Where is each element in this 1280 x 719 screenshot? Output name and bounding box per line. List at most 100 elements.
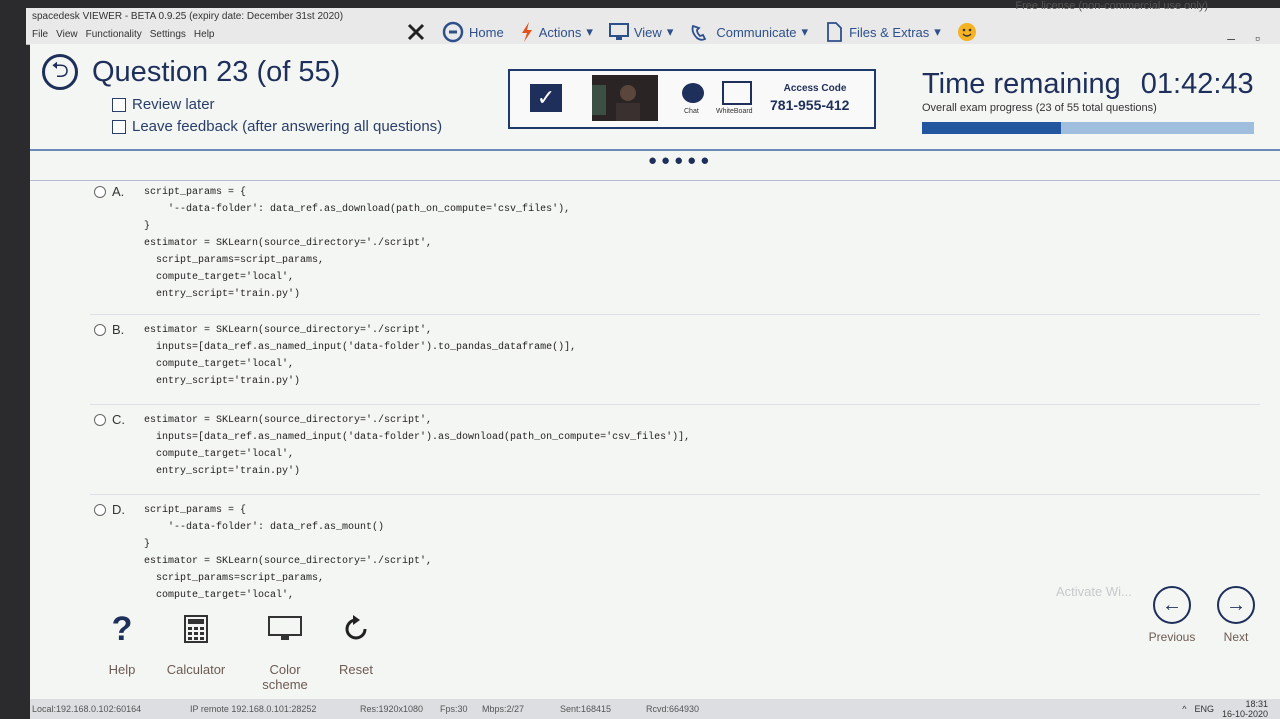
option-letter: B. [112,322,125,337]
menu-help[interactable]: Help [194,29,215,40]
time-remaining-label: Time remaining [922,68,1121,100]
help-button[interactable]: ? Help [92,612,152,677]
language-indicator[interactable]: ENG [1194,704,1214,714]
view-label: View [633,24,662,40]
checkbox-box[interactable] [112,97,126,112]
phone-chat-icon [691,24,707,41]
leave-feedback-checkbox[interactable]: Leave feedback (after answering all ques… [112,118,442,135]
activate-windows-watermark: Activate Wi... [1056,584,1132,599]
help-label: Help [108,662,136,677]
remote-toolbar: Home Actions ▾ View ▾ Communicate ▾ File… [406,18,977,46]
option-divider [90,314,1260,315]
previous-label: Previous [1148,630,1196,644]
app-menu-bar: File View Functionality Settings Help [32,29,214,40]
back-button[interactable]: ⮌ [42,54,78,90]
app-title: spacedesk VIEWER - BETA 0.9.25 (expiry d… [32,11,344,22]
bytes-sent: Sent:168415 [560,704,612,714]
next-button[interactable]: → Next [1206,586,1266,644]
option-letter: C. [112,412,125,427]
option-code: estimator = SKLearn(source_directory='./… [144,415,691,477]
reset-button[interactable]: Reset [326,612,386,677]
view-button[interactable]: View ▾ [608,23,674,41]
question-title: Question 23 (of 55) [92,55,341,88]
exam-screen: ⮌ Question 23 (of 55) Review later Leave… [30,44,1280,699]
proctor-panel: ✓ Chat WhiteBoard Access Code 781-955-41… [508,69,876,129]
option-letter: D. [112,502,125,517]
answer-option-b[interactable]: B. estimator = SKLearn(source_directory=… [94,322,576,390]
home-icon [442,21,464,43]
actions-button[interactable]: Actions ▾ [520,22,593,42]
close-icon [407,23,425,41]
menu-functionality[interactable]: Functionality [86,29,142,40]
radio-button[interactable] [94,414,106,426]
menu-file[interactable]: File [32,29,48,40]
chevron-down-icon: ▾ [666,24,674,39]
calculator-label: Calculator [166,662,226,677]
next-label: Next [1223,630,1249,644]
reset-label: Reset [339,662,373,677]
files-extras-button[interactable]: Files & Extras ▾ [824,22,941,42]
reset-icon [345,615,367,640]
review-later-checkbox[interactable]: Review later [112,96,215,113]
option-code: script_params = { '--data-folder': data_… [144,187,571,300]
question-header: ⮌ Question 23 (of 55) [42,54,340,90]
license-text: Free license (non-commercial use only) [1015,0,1208,12]
access-code-label: Access Code [783,83,847,94]
color-scheme-button[interactable]: Color scheme [250,612,320,692]
answer-option-c[interactable]: C. estimator = SKLearn(source_directory=… [94,412,690,480]
mbps: Mbps:2/27 [482,704,525,714]
close-session-button[interactable] [406,22,426,42]
home-button[interactable]: Home [442,21,504,43]
verified-icon[interactable]: ✓ [530,84,562,112]
calculator-button[interactable]: Calculator [158,612,234,677]
lightning-icon [521,22,532,42]
chevron-down-icon: ▾ [586,24,593,39]
content-divider [30,180,1280,181]
time-remaining-value: 01:42:43 [1140,68,1254,100]
radio-button[interactable] [94,504,106,516]
review-later-label: Review later [132,96,215,113]
chat-label: Chat [684,108,699,115]
arrow-right-icon: → [1217,586,1255,624]
calculator-icon [184,615,208,643]
bytes-received: Rcvd:664930 [646,704,700,714]
whiteboard-label: WhiteBoard [716,108,753,115]
communicate-button[interactable]: Communicate ▾ [689,22,808,42]
whiteboard-icon[interactable] [722,81,752,105]
radio-button[interactable] [94,324,106,336]
chat-icon[interactable] [682,83,704,103]
option-divider [90,494,1260,495]
fps: Fps:30 [440,704,468,714]
communicate-label: Communicate [716,24,797,40]
clock[interactable]: 18:31 16-10-2020 [1222,699,1268,719]
app-title-bar: spacedesk VIEWER - BETA 0.9.25 (expiry d… [26,8,1280,46]
option-code: estimator = SKLearn(source_directory='./… [144,325,577,387]
progress-label: Overall exam progress (23 of 55 total qu… [922,102,1157,114]
monitor-icon [268,616,302,640]
answer-option-a[interactable]: A. script_params = { '--data-folder': da… [94,184,570,303]
resolution: Res:1920x1080 [360,704,424,714]
person-silhouette-icon [592,85,640,121]
previous-button[interactable]: ← Previous [1142,586,1202,644]
chevron-down-icon: ▾ [934,24,941,39]
leave-feedback-label: Leave feedback (after answering all ques… [132,118,443,135]
menu-view[interactable]: View [56,29,78,40]
files-label: Files & Extras [849,24,930,40]
remote-ip: IP remote 192.168.0.101:28252 [190,704,317,714]
time-remaining: Time remaining 01:42:43 [922,68,1254,101]
smiley-button[interactable] [957,22,977,42]
menu-settings[interactable]: Settings [150,29,186,40]
access-code-value: 781-955-412 [770,97,850,113]
drag-handle[interactable]: ●●●●● [648,152,713,169]
actions-label: Actions [538,24,582,40]
answer-option-d[interactable]: D. script_params = { '--data-folder': da… [94,502,432,604]
radio-button[interactable] [94,186,106,198]
progress-bar [922,122,1254,134]
header-divider [30,149,1280,151]
checkbox-box[interactable] [112,119,126,134]
tray-chevron-up-icon[interactable]: ^ [1182,704,1186,714]
back-arrow-icon: ⮌ [51,57,69,82]
option-divider [90,404,1260,405]
home-label: Home [469,24,504,40]
local-ip: Local:192.168.0.102:60164 [32,704,142,714]
